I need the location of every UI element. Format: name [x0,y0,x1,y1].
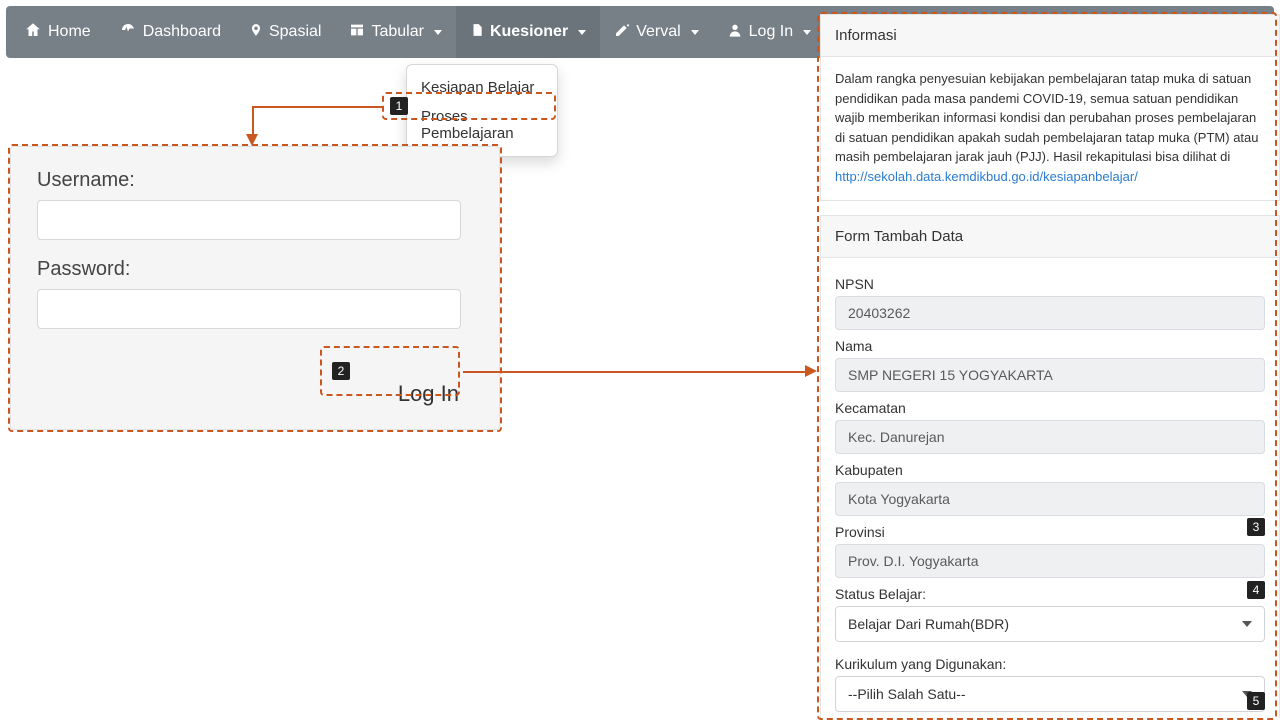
nav-kuesioner[interactable]: Kuesioner [456,6,600,58]
chevron-down-icon [578,30,586,35]
callout-box-right [817,12,1277,720]
edit-icon [614,22,630,43]
table-icon [349,22,365,43]
callout-box-1 [382,92,556,120]
arrow-1-h [252,106,382,108]
arrow-1-v [252,106,254,136]
nav-login-label: Log In [749,23,793,41]
chevron-down-icon [803,30,811,35]
nav-spasial-label: Spasial [269,23,321,41]
step-badge-2: 2 [332,362,350,380]
arrow-2 [463,371,807,373]
step-badge-3: 3 [1247,518,1265,536]
nav-home-label: Home [48,23,91,41]
nav-verval-label: Verval [636,23,680,41]
nav-spasial[interactable]: Spasial [235,6,335,58]
chevron-down-icon [434,30,442,35]
gauge-icon [119,21,137,44]
nav-login[interactable]: Log In [713,6,825,58]
step-badge-4: 4 [1247,581,1265,599]
chevron-down-icon [691,30,699,35]
nav-kuesioner-label: Kuesioner [490,23,568,41]
nav-tabular-label: Tabular [371,23,423,41]
arrow-2-head [805,365,817,377]
file-icon [470,21,484,44]
nav-verval[interactable]: Verval [600,6,712,58]
user-icon [727,22,743,43]
nav-tabular[interactable]: Tabular [335,6,455,58]
step-badge-1: 1 [390,97,408,115]
map-pin-icon [249,21,263,44]
home-icon [24,21,42,44]
nav-dashboard-label: Dashboard [143,23,221,41]
nav-dashboard[interactable]: Dashboard [105,6,235,58]
step-badge-5: 5 [1247,692,1265,710]
nav-home[interactable]: Home [10,6,105,58]
